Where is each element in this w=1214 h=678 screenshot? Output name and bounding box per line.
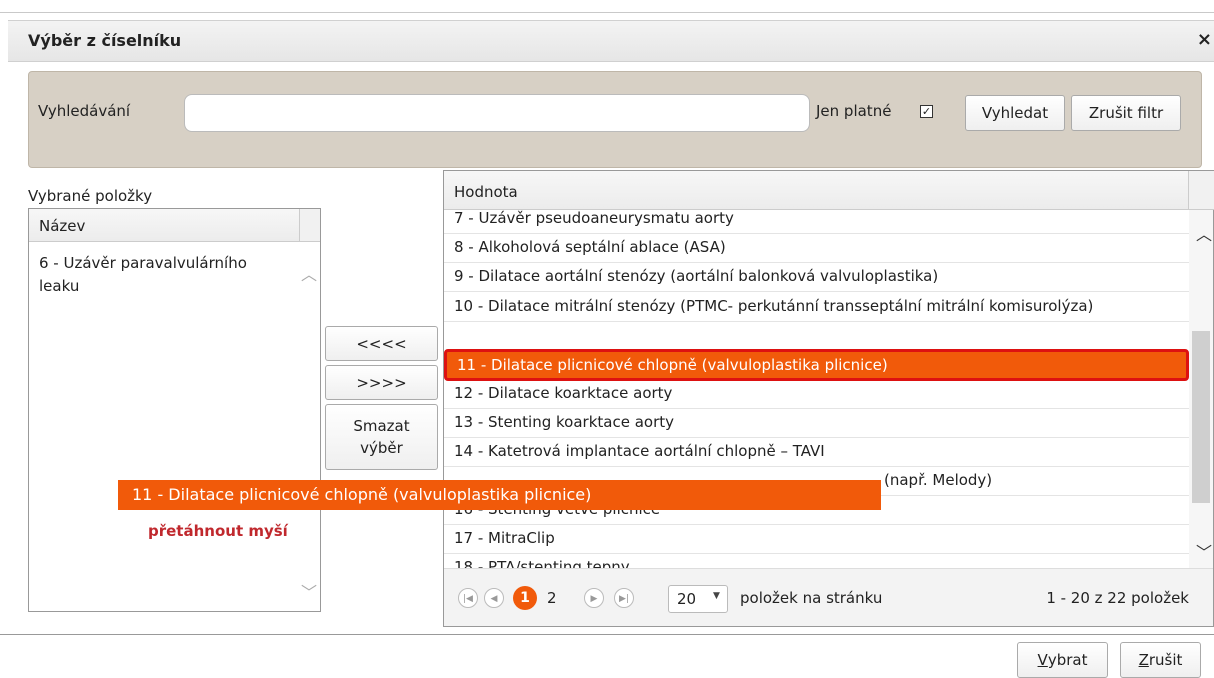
drag-ghost[interactable]: 11 - Dilatace plicnicové chlopně (valvul… (118, 480, 881, 510)
selected-item[interactable]: 6 - Uzávěr paravalvulárního leaku (39, 252, 289, 298)
top-separator (0, 12, 1214, 13)
selected-items-grid: Název 6 - Uzávěr paravalvulárního leaku … (28, 208, 321, 612)
footer-separator (0, 634, 1214, 635)
first-page-icon[interactable]: |◀ (458, 588, 478, 608)
search-input[interactable] (184, 94, 810, 132)
scrollbar-thumb[interactable] (1192, 331, 1210, 503)
clear-selection-button[interactable]: Smazat výběr (325, 404, 438, 470)
cancel-accesskey: Z (1138, 651, 1149, 669)
close-icon[interactable]: × (1197, 29, 1212, 50)
chevron-up-icon[interactable]: ︿ (301, 261, 317, 285)
next-page-icon[interactable]: ▶ (584, 588, 604, 608)
list-item[interactable]: 9 - Dilatace aortální stenózy (aortální … (444, 262, 1189, 292)
drag-hint: přetáhnout myší (148, 522, 288, 540)
page-size-value: 20 (677, 590, 697, 608)
list-item[interactable]: 18 - PTA/stenting tepny (444, 553, 1189, 568)
selected-column-header[interactable]: Název (29, 209, 300, 242)
list-item[interactable]: 12 - Dilatace koarktace aorty (444, 379, 1189, 409)
scroll-up-icon[interactable]: ︿ (1196, 221, 1212, 245)
caret-down-icon: ▼ (713, 591, 720, 601)
list-item[interactable]: 13 - Stenting koarktace aorty (444, 408, 1189, 438)
page-2-button[interactable]: 2 (547, 589, 557, 607)
move-left-button[interactable]: <<<< (325, 326, 438, 361)
prev-page-icon[interactable]: ◀ (484, 588, 504, 608)
selected-items-label: Vybrané položky (28, 187, 153, 205)
search-label: Vyhledávání (38, 102, 131, 120)
list-item[interactable]: 17 - MitraClip (444, 524, 1189, 554)
scroll-down-icon[interactable]: ﹀ (1196, 539, 1212, 563)
item-count: 1 - 20 z 22 položek (1046, 589, 1189, 607)
values-list: 7 - Uzávěr pseudoaneurysmatu aorty 8 - A… (444, 210, 1189, 568)
list-item[interactable]: 8 - Alkoholová septální ablace (ASA) (444, 233, 1189, 263)
page-size-select[interactable]: 20 ▼ (668, 585, 728, 613)
select-label: ybrat (1047, 651, 1088, 669)
cropped-top-text (0, 0, 1214, 12)
select-accesskey: V (1037, 651, 1048, 669)
list-item[interactable]: 14 - Katetrová implantace aortální chlop… (444, 437, 1189, 467)
values-grid: Hodnota 7 - Uzávěr pseudoaneurysmatu aor… (443, 170, 1214, 627)
pager: |◀ ◀ 1 2 ▶ ▶| 20 ▼ položek na stránku 1 … (444, 568, 1213, 626)
clear-selection-line1: Smazat (353, 417, 410, 435)
value-column-header[interactable]: Hodnota (444, 171, 1189, 210)
selected-header-spacer (300, 209, 320, 242)
value-header-spacer (1189, 171, 1214, 210)
search-button[interactable]: Vyhledat (965, 95, 1065, 131)
chevron-down-icon[interactable]: ﹀ (301, 579, 317, 603)
cancel-label: rušit (1148, 651, 1183, 669)
only-valid-checkbox[interactable]: ✓ (920, 105, 933, 118)
select-button[interactable]: Vybrat (1017, 642, 1108, 678)
dialog-title: Výběr z číselníku (28, 31, 182, 50)
list-item-highlighted[interactable]: 11 - Dilatace plicnicové chlopně (valvul… (444, 349, 1189, 381)
list-item[interactable]: 7 - Uzávěr pseudoaneurysmatu aorty (444, 210, 1189, 234)
items-per-page-label: položek na stránku (740, 589, 883, 607)
cancel-button[interactable]: Zrušit (1120, 642, 1201, 678)
page-1-button[interactable]: 1 (513, 586, 537, 610)
clear-selection-line2: výběr (360, 439, 403, 457)
only-valid-label: Jen platné (816, 102, 892, 120)
last-page-icon[interactable]: ▶| (614, 588, 634, 608)
dialog-titlebar: Výběr z číselníku × (8, 20, 1214, 62)
clear-filter-button[interactable]: Zrušit filtr (1071, 95, 1181, 131)
list-item[interactable]: 10 - Dilatace mitrální stenózy (PTMC- pe… (444, 291, 1189, 322)
move-right-button[interactable]: >>>> (325, 365, 438, 400)
